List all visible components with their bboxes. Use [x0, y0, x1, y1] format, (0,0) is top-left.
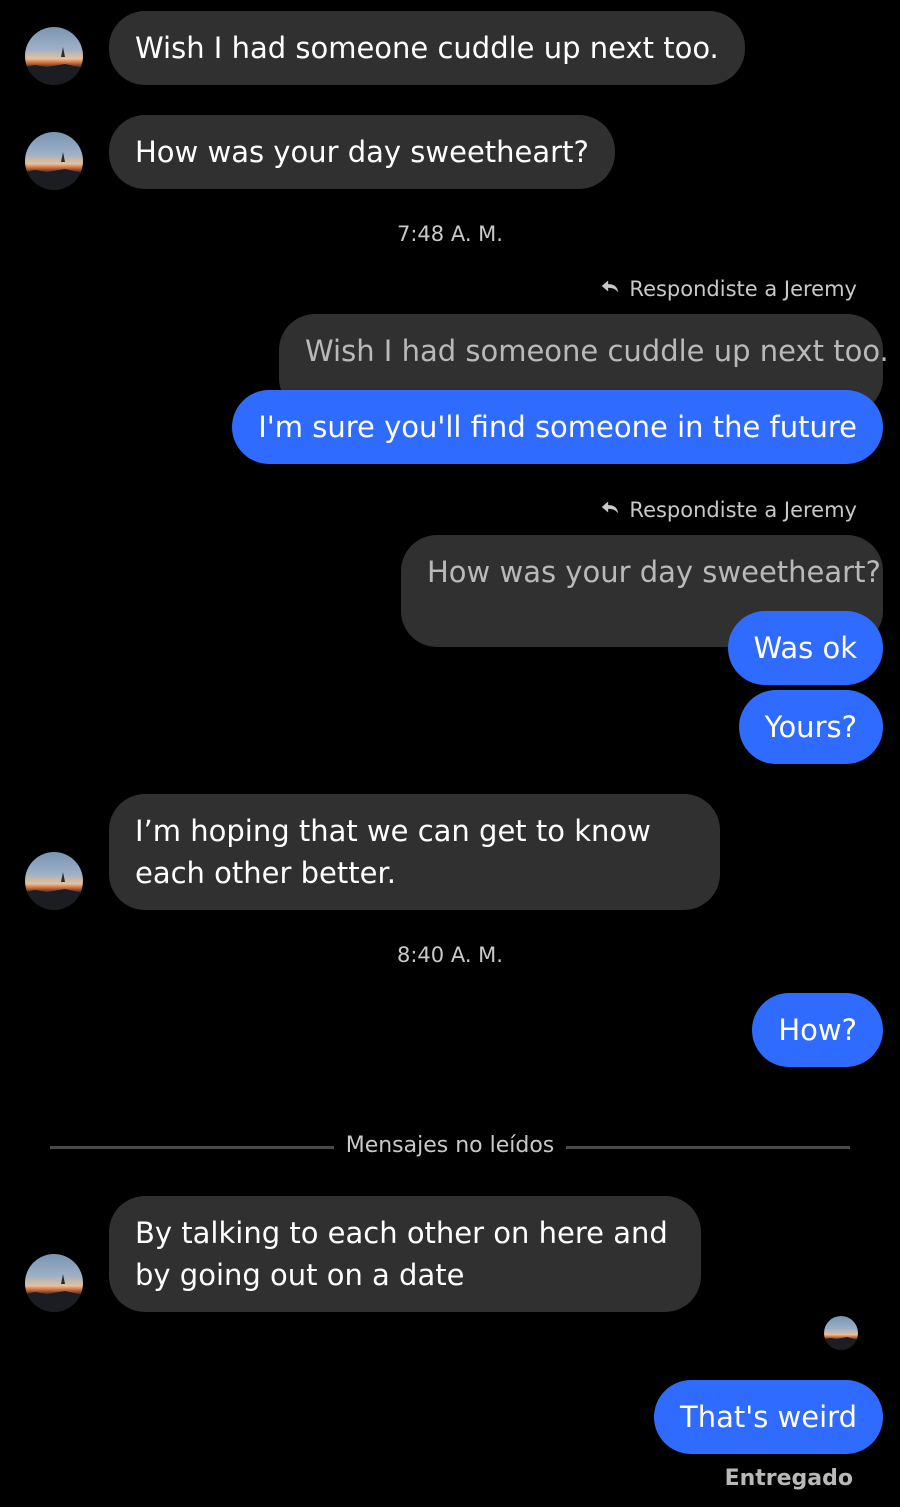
outgoing-message[interactable]: How? [752, 993, 883, 1067]
contact-avatar-icon[interactable] [25, 1254, 83, 1312]
reply-arrow-icon [599, 496, 621, 523]
timestamp: 8:40 A. M. [397, 943, 503, 967]
read-receipt-avatar-icon [824, 1316, 858, 1350]
reply-label-text: Respondiste a Jeremy [629, 276, 857, 301]
contact-avatar-icon[interactable] [25, 27, 83, 85]
outgoing-message[interactable]: That's weird [654, 1380, 883, 1454]
incoming-message[interactable]: How was your day sweetheart? [109, 115, 615, 189]
reply-arrow-icon [599, 275, 621, 302]
contact-avatar-icon[interactable] [25, 132, 83, 190]
outgoing-message[interactable]: Yours? [738, 690, 883, 764]
timestamp: 7:48 A. M. [397, 222, 503, 246]
incoming-message[interactable]: By talking to each other on here and by … [109, 1196, 701, 1312]
outgoing-message[interactable]: Was ok [727, 611, 883, 685]
contact-avatar-icon[interactable] [25, 852, 83, 910]
incoming-message[interactable]: I’m hoping that we can get to know each … [109, 794, 720, 910]
outgoing-message[interactable]: I'm sure you'll find someone in the futu… [232, 390, 883, 464]
reply-label: Respondiste a Jeremy [599, 496, 857, 523]
reply-label-text: Respondiste a Jeremy [629, 497, 857, 522]
reply-label: Respondiste a Jeremy [599, 275, 857, 302]
delivery-status: Entregado [724, 1466, 853, 1491]
incoming-message[interactable]: Wish I had someone cuddle up next too. [109, 11, 745, 85]
unread-divider-label: Mensajes no leídos [345, 1133, 555, 1158]
unread-divider-line [50, 1146, 334, 1149]
unread-divider-line [566, 1146, 850, 1149]
